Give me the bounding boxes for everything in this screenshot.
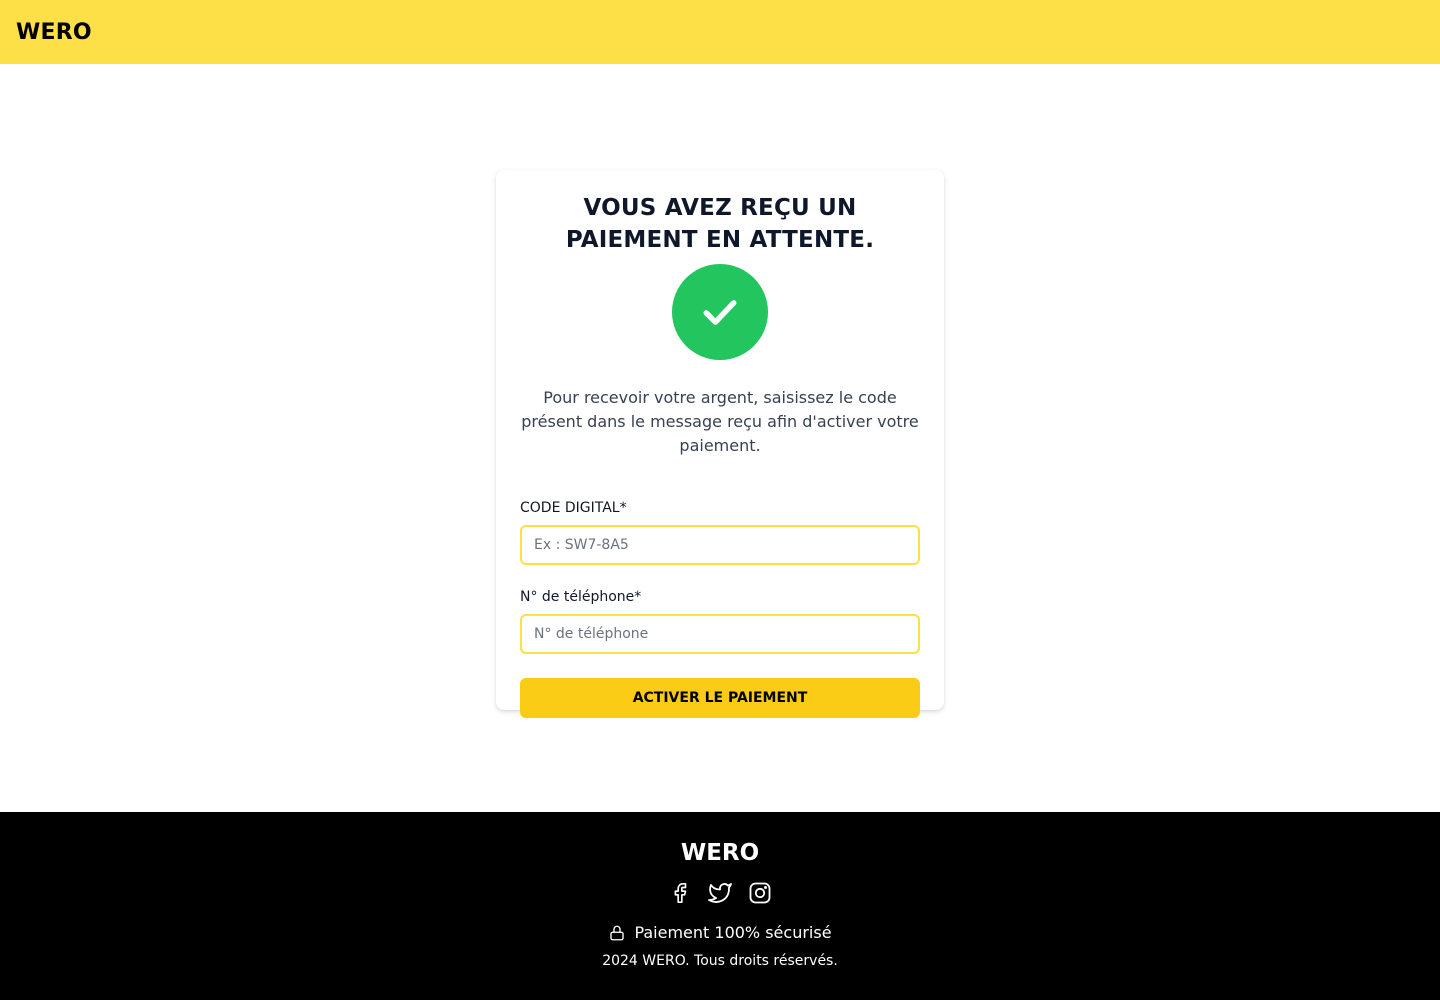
site-header: WERO: [0, 0, 1440, 64]
card-description: Pour recevoir votre argent, saisissez le…: [521, 388, 919, 455]
code-field-label: CODE DIGITAL*: [520, 500, 627, 516]
check-wrapper: [520, 264, 920, 360]
header-logo[interactable]: WERO: [16, 20, 92, 45]
code-input[interactable]: [520, 525, 920, 565]
copyright-text: 2024 WERO. Tous droits réservés.: [602, 953, 838, 969]
activate-payment-button[interactable]: ACTIVER LE PAIEMENT: [520, 678, 920, 718]
check-circle-icon: [672, 264, 768, 360]
phone-field-label: N° de téléphone*: [520, 589, 642, 605]
main-content: VOUS AVEZ REÇU UN PAIEMENT EN ATTENTE. P…: [0, 64, 1440, 812]
phone-input[interactable]: [520, 614, 920, 654]
payment-card: VOUS AVEZ REÇU UN PAIEMENT EN ATTENTE. P…: [496, 170, 944, 718]
secure-payment-note: Paiement 100% sécurisé: [0, 921, 1440, 945]
card-title: VOUS AVEZ REÇU UN PAIEMENT EN ATTENTE.: [565, 195, 875, 253]
payment-form: CODE DIGITAL* N° de téléphone* ACTIVER L…: [520, 500, 920, 718]
instagram-icon[interactable]: [748, 881, 772, 905]
code-field-group: CODE DIGITAL*: [520, 500, 920, 565]
footer-logo: WERO: [680, 840, 760, 866]
lock-icon: [608, 924, 626, 942]
social-links: [0, 881, 1440, 905]
facebook-icon[interactable]: [668, 881, 692, 905]
twitter-icon[interactable]: [708, 881, 732, 905]
phone-field-group: N° de téléphone*: [520, 589, 920, 654]
secure-payment-text: Paiement 100% sécurisé: [634, 923, 832, 942]
site-footer: WERO Paiement 100% sécurisé 2024 WERO. T…: [0, 812, 1440, 1000]
